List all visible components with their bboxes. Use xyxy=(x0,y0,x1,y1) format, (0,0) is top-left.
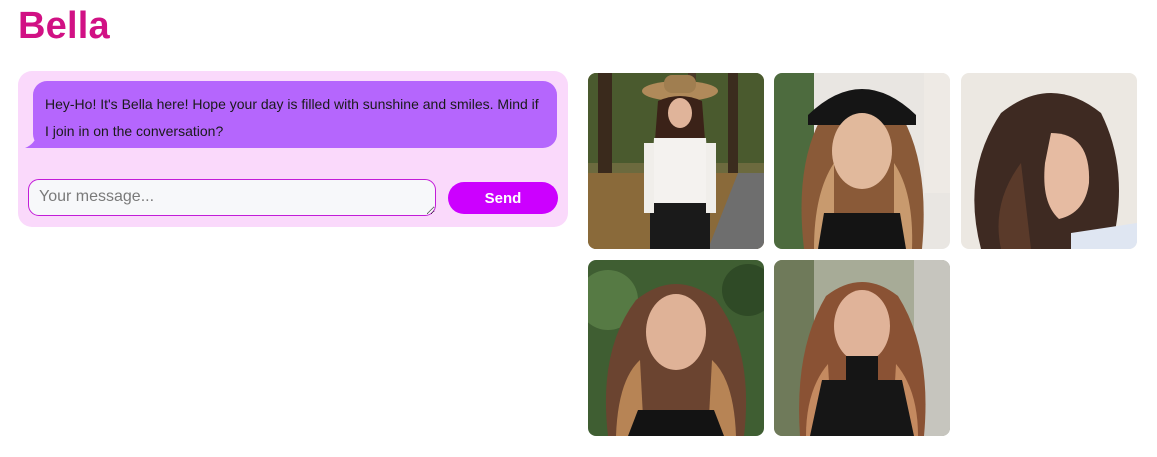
chat-message-text: Hey-Ho! It's Bella here! Hope your day i… xyxy=(45,96,539,139)
woman-black-beanie-photo xyxy=(774,73,950,249)
chat-panel: Hey-Ho! It's Bella here! Hope your day i… xyxy=(18,71,568,227)
gallery-image-3[interactable] xyxy=(961,73,1137,249)
woman-profile-photo xyxy=(961,73,1137,249)
gallery-image-4[interactable] xyxy=(588,260,764,436)
woman-green-bg-photo xyxy=(588,260,764,436)
gallery-image-1[interactable] xyxy=(588,73,764,249)
woman-turtleneck-photo xyxy=(774,260,950,436)
page-title: Bella xyxy=(18,5,110,47)
chat-message-bubble: Hey-Ho! It's Bella here! Hope your day i… xyxy=(25,81,557,148)
gallery-image-2[interactable] xyxy=(774,73,950,249)
send-button[interactable]: Send xyxy=(448,182,558,214)
gallery-image-5[interactable] xyxy=(774,260,950,436)
bubble-tail-icon xyxy=(25,134,47,148)
message-input[interactable] xyxy=(28,179,436,216)
woman-in-hat-photo xyxy=(588,73,764,249)
